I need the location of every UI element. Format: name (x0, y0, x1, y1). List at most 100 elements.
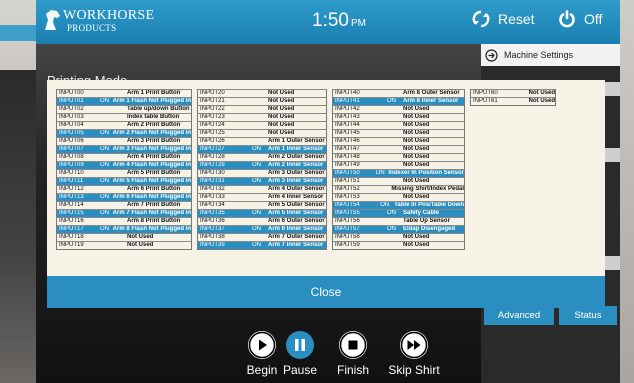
input-row: INPUT41 ON Arm 8 Inner Sensor (333, 97, 464, 105)
input-description: Index table Button (127, 114, 180, 121)
reset-button[interactable]: Reset (472, 10, 535, 28)
input-id: INPUT19 (59, 242, 84, 249)
input-description: Arm 3 Outer Sensor (268, 170, 325, 177)
input-row: INPUT50 ON Indexer In Position Sensor (333, 169, 464, 177)
input-row: INPUT11 ON Arm 5 Flash Not Plugged In (57, 177, 191, 185)
input-state: ON (100, 178, 110, 185)
input-row: INPUT48 Not Used (333, 153, 464, 161)
finish-button[interactable]: Finish (323, 331, 383, 377)
input-id: INPUT39 (200, 242, 225, 249)
input-id: INPUT40 (335, 90, 360, 97)
input-row: INPUT32 Arm 4 Outer Sensor (198, 185, 326, 193)
input-description: Not Used (403, 194, 430, 201)
input-id: INPUT35 (200, 210, 225, 217)
input-state: ON (100, 146, 110, 153)
input-row: INPUT46 Not Used (333, 137, 464, 145)
input-state: ON (100, 210, 110, 217)
input-id: INPUT45 (335, 130, 360, 137)
input-row: INPUT06 Arm 3 Print Button (57, 137, 191, 145)
input-description: Arm 2 Inner Sensor (268, 162, 324, 169)
input-state: ON (252, 210, 261, 217)
input-row: INPUT26 Arm 1 Outer Sensor (198, 137, 326, 145)
input-row: INPUT20 Not Used (198, 89, 326, 97)
input-id: INPUT38 (200, 234, 225, 241)
stop-icon (339, 331, 367, 359)
close-button[interactable]: Close (47, 276, 605, 308)
input-row: INPUT55 ON Safety Cable (333, 209, 464, 217)
input-id: INPUT31 (200, 178, 225, 185)
input-id: INPUT61 (473, 98, 498, 105)
input-row: INPUT59 Not Used (333, 241, 464, 249)
arrow-right-circle-icon (485, 48, 498, 62)
input-id: INPUT13 (59, 194, 84, 201)
skip-shirt-button[interactable]: Skip Shirt (379, 331, 449, 377)
input-id: INPUT26 (200, 138, 225, 145)
input-row: INPUT24 Not Used (198, 121, 326, 129)
input-id: INPUT21 (200, 98, 225, 105)
inputs-column: INPUT60 Not Used INPUT61 Not Used (470, 89, 556, 106)
inputs-column: INPUT20 Not Used INPUT21 Not Used INPUT22 Not… (197, 89, 327, 250)
pause-icon (286, 331, 314, 359)
input-row: INPUT44 Not Used (333, 121, 464, 129)
input-id: INPUT51 (335, 178, 360, 185)
input-row: INPUT29 ON Arm 2 Inner Sensor (198, 161, 326, 169)
input-id: INPUT23 (200, 114, 225, 121)
input-description: Arm 7 Inner Sensor (268, 242, 324, 249)
input-row: INPUT00 Arm 1 Print Button (57, 89, 191, 97)
input-id: INPUT53 (335, 194, 360, 201)
input-description: Arm 5 Outer Sensor (268, 202, 325, 209)
input-state: ON (387, 210, 396, 217)
advanced-label: Advanced (497, 310, 541, 321)
status-button[interactable]: Status (559, 306, 617, 325)
input-description: Arm 5 Print Button (127, 170, 181, 177)
input-row: INPUT54 ON Table In Pos/Table Down (333, 201, 464, 209)
input-id: INPUT47 (335, 146, 360, 153)
input-description: Arm 4 Outer Sensor (268, 186, 325, 193)
input-id: INPUT07 (59, 146, 84, 153)
input-row: INPUT15 ON Arm 7 Flash Not Plugged In (57, 209, 191, 217)
input-description: Not Used (403, 122, 430, 129)
input-id: INPUT17 (59, 226, 84, 233)
input-state: ON (375, 170, 385, 177)
off-label: Off (584, 11, 603, 27)
input-row: INPUT53 Not Used (333, 193, 464, 201)
input-row: INPUT60 Not Used (471, 89, 555, 97)
input-description: Table In Pos/Table Down (394, 202, 464, 209)
input-row: INPUT07 ON Arm 3 Flash Not Plugged In (57, 145, 191, 153)
inputs-column: INPUT00 Arm 1 Print Button INPUT01 ON Arm 1 … (56, 89, 192, 250)
input-row: INPUT25 Not Used (198, 129, 326, 137)
input-row: INPUT08 Arm 4 Print Button (57, 153, 191, 161)
off-button[interactable]: Off (558, 10, 602, 28)
input-state: ON (252, 226, 261, 233)
input-id: INPUT04 (59, 122, 84, 129)
input-description: Arm 3 Print Button (127, 138, 181, 145)
input-state: ON (252, 162, 261, 169)
input-description: Arm 7 Outer Sensor (268, 234, 325, 241)
pause-button[interactable]: Pause (270, 331, 330, 377)
input-row: INPUT02 Table up/down Button (57, 105, 191, 113)
input-state: ON (252, 146, 261, 153)
input-row: INPUT17 ON Arm 8 Flash Not Plugged In (57, 225, 191, 233)
input-description: Not Used (268, 106, 295, 113)
machine-settings-button[interactable]: Machine Settings (481, 44, 620, 66)
input-row: INPUT18 Not Used (57, 233, 191, 241)
input-row: INPUT23 Not Used (198, 113, 326, 121)
input-description: Not Used (127, 234, 154, 241)
input-description: Not Used (268, 130, 295, 137)
input-state: ON (252, 242, 261, 249)
horse-logo-icon (45, 10, 60, 30)
input-state: ON (100, 130, 110, 137)
advanced-button[interactable]: Advanced (484, 306, 554, 325)
input-row: INPUT03 Index table Button (57, 113, 191, 121)
skip-shirt-label: Skip Shirt (388, 363, 440, 377)
input-description: Not Used (268, 122, 295, 129)
input-description: Arm 5 Inner Sensor (268, 210, 324, 217)
clock-time: 1:50 (312, 10, 349, 31)
input-id: INPUT09 (59, 162, 84, 169)
input-row: INPUT33 Arm 4 Inner Sensor (198, 193, 326, 201)
input-id: INPUT12 (59, 186, 84, 193)
input-id: INPUT52 (335, 186, 360, 193)
logo-text-products: PRODUCTS (67, 23, 117, 33)
input-description: Arm 6 Inner Sensor (268, 226, 324, 233)
input-description: Arm 4 Inner Sensor (268, 194, 324, 201)
